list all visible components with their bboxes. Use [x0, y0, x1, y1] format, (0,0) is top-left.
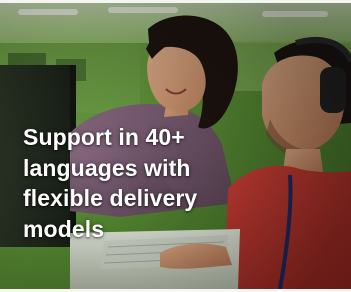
headline-line-1: Support in 40+ [23, 124, 185, 150]
promo-card[interactable]: Support in 40+ languages with flexible d… [0, 0, 351, 292]
headline-line-2: languages with [23, 154, 191, 181]
promo-headline: Support in 40+ languages with flexible d… [23, 122, 263, 244]
agents-photo: Support in 40+ languages with flexible d… [0, 3, 351, 289]
headline-line-3: flexible delivery [23, 185, 198, 211]
headline-line-4: models [23, 215, 105, 242]
